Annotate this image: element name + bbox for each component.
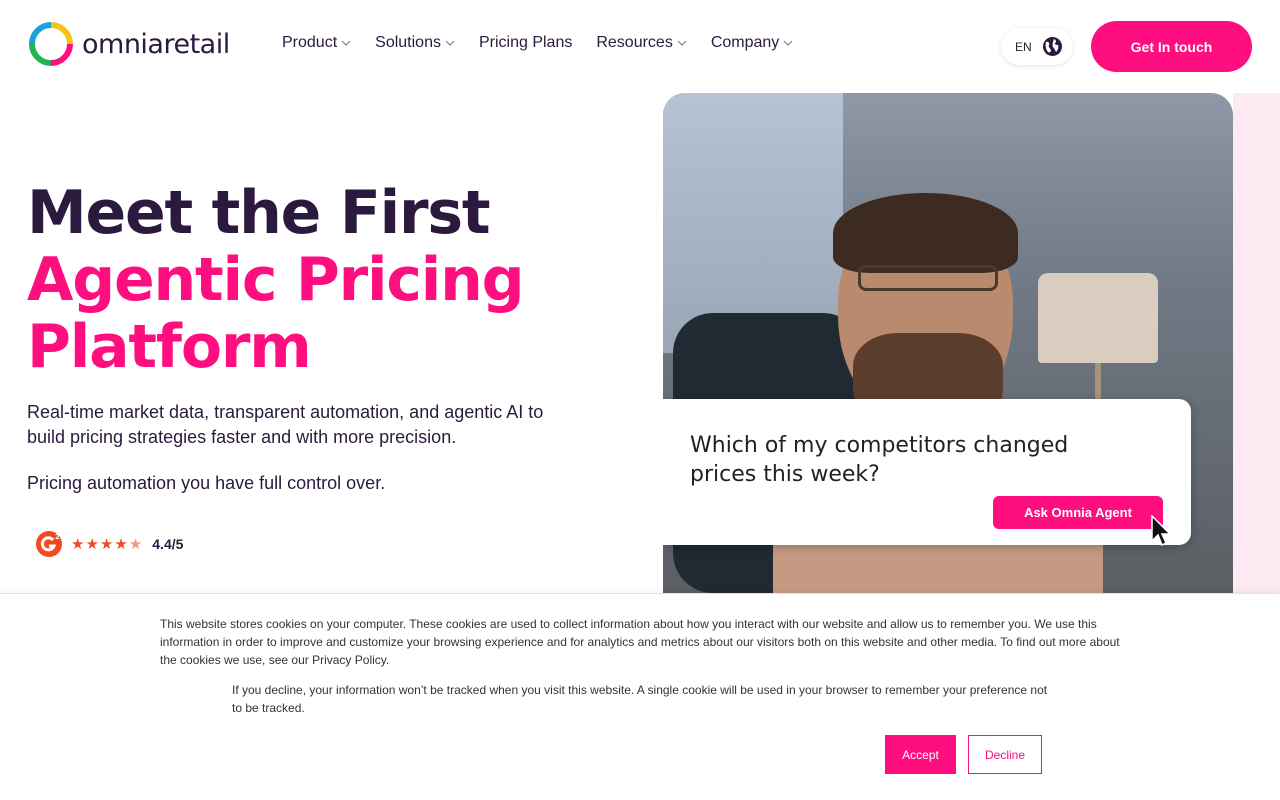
g2-rating[interactable]: 2 ★ ★ ★ ★ ★ 4.4/5: [35, 530, 183, 558]
cookie-text-main: This website stores cookies on your comp…: [160, 617, 1120, 667]
star-icon: ★: [85, 536, 99, 553]
nav-label: Company: [710, 34, 780, 51]
chat-question: Which of my competitors changed prices t…: [690, 433, 1069, 487]
chevron-down-icon: [783, 40, 793, 46]
nav-label: Pricing Plans: [478, 34, 573, 51]
hero-description: Real-time market data, transparent autom…: [27, 402, 544, 447]
nav-label: Resources: [596, 34, 673, 51]
chevron-down-icon: [445, 40, 455, 46]
lamp-shade: [1038, 273, 1158, 363]
rating-score: 4.4/5: [152, 536, 184, 552]
hero-title-line-1: Meet the First: [27, 178, 491, 248]
nav-company[interactable]: Company: [711, 34, 793, 52]
hero-title: Meet the First Agentic Pricing Platform: [27, 178, 525, 382]
star-icon: ★: [114, 536, 128, 553]
svg-text:2: 2: [55, 533, 60, 541]
chevron-down-icon: [341, 40, 351, 46]
chat-card: Which of my competitors changed prices t…: [663, 399, 1191, 547]
cookie-banner: This website stores cookies on your comp…: [0, 593, 1280, 800]
hero-title-line-3: Platform: [27, 312, 312, 382]
logo-wordmark: omniaretail: [82, 28, 230, 60]
language-code: EN: [1015, 39, 1032, 54]
nav-product[interactable]: Product: [282, 34, 351, 52]
star-icon: ★: [71, 536, 85, 553]
nav-resources[interactable]: Resources: [596, 34, 687, 52]
star-rating: ★ ★ ★ ★ ★: [71, 535, 142, 553]
mouse-cursor-icon: [1151, 515, 1172, 547]
decorative-pink-strip: [1233, 93, 1280, 593]
get-in-touch-button[interactable]: Get In touch: [1091, 21, 1252, 72]
person-glasses: [858, 265, 998, 291]
site-header: omniaretail Product Solutions Pricing Pl…: [0, 0, 1280, 92]
nav-label: Solutions: [375, 34, 441, 51]
decline-cookies-button[interactable]: Decline: [968, 735, 1042, 774]
g2-logo-icon: 2: [36, 531, 62, 557]
globe-icon: [1042, 37, 1062, 56]
accept-cookies-button[interactable]: Accept: [885, 735, 956, 774]
hero-title-line-2: Agentic Pricing: [27, 245, 525, 315]
chevron-down-icon: [677, 40, 687, 46]
hero-image: Which of my competitors changed prices t…: [663, 93, 1233, 593]
person-hair: [833, 193, 1018, 273]
nav-solutions[interactable]: Solutions: [375, 34, 455, 52]
nav-label: Product: [282, 34, 338, 51]
half-star-icon: ★: [128, 536, 143, 553]
cookie-text-decline-info: If you decline, your information won’t b…: [232, 683, 1048, 715]
hero-subtext: Pricing automation you have full control…: [27, 473, 386, 493]
logo-ring-icon: [29, 22, 73, 66]
omniaretail-logo[interactable]: omniaretail: [28, 20, 230, 68]
nav-pricing-plans[interactable]: Pricing Plans: [479, 34, 572, 52]
star-icon: ★: [99, 536, 114, 553]
language-selector[interactable]: EN: [1001, 28, 1073, 65]
main-nav: Product Solutions Pricing Plans Resource…: [282, 34, 793, 52]
ask-omnia-agent-button[interactable]: Ask Omnia Agent: [993, 496, 1163, 529]
